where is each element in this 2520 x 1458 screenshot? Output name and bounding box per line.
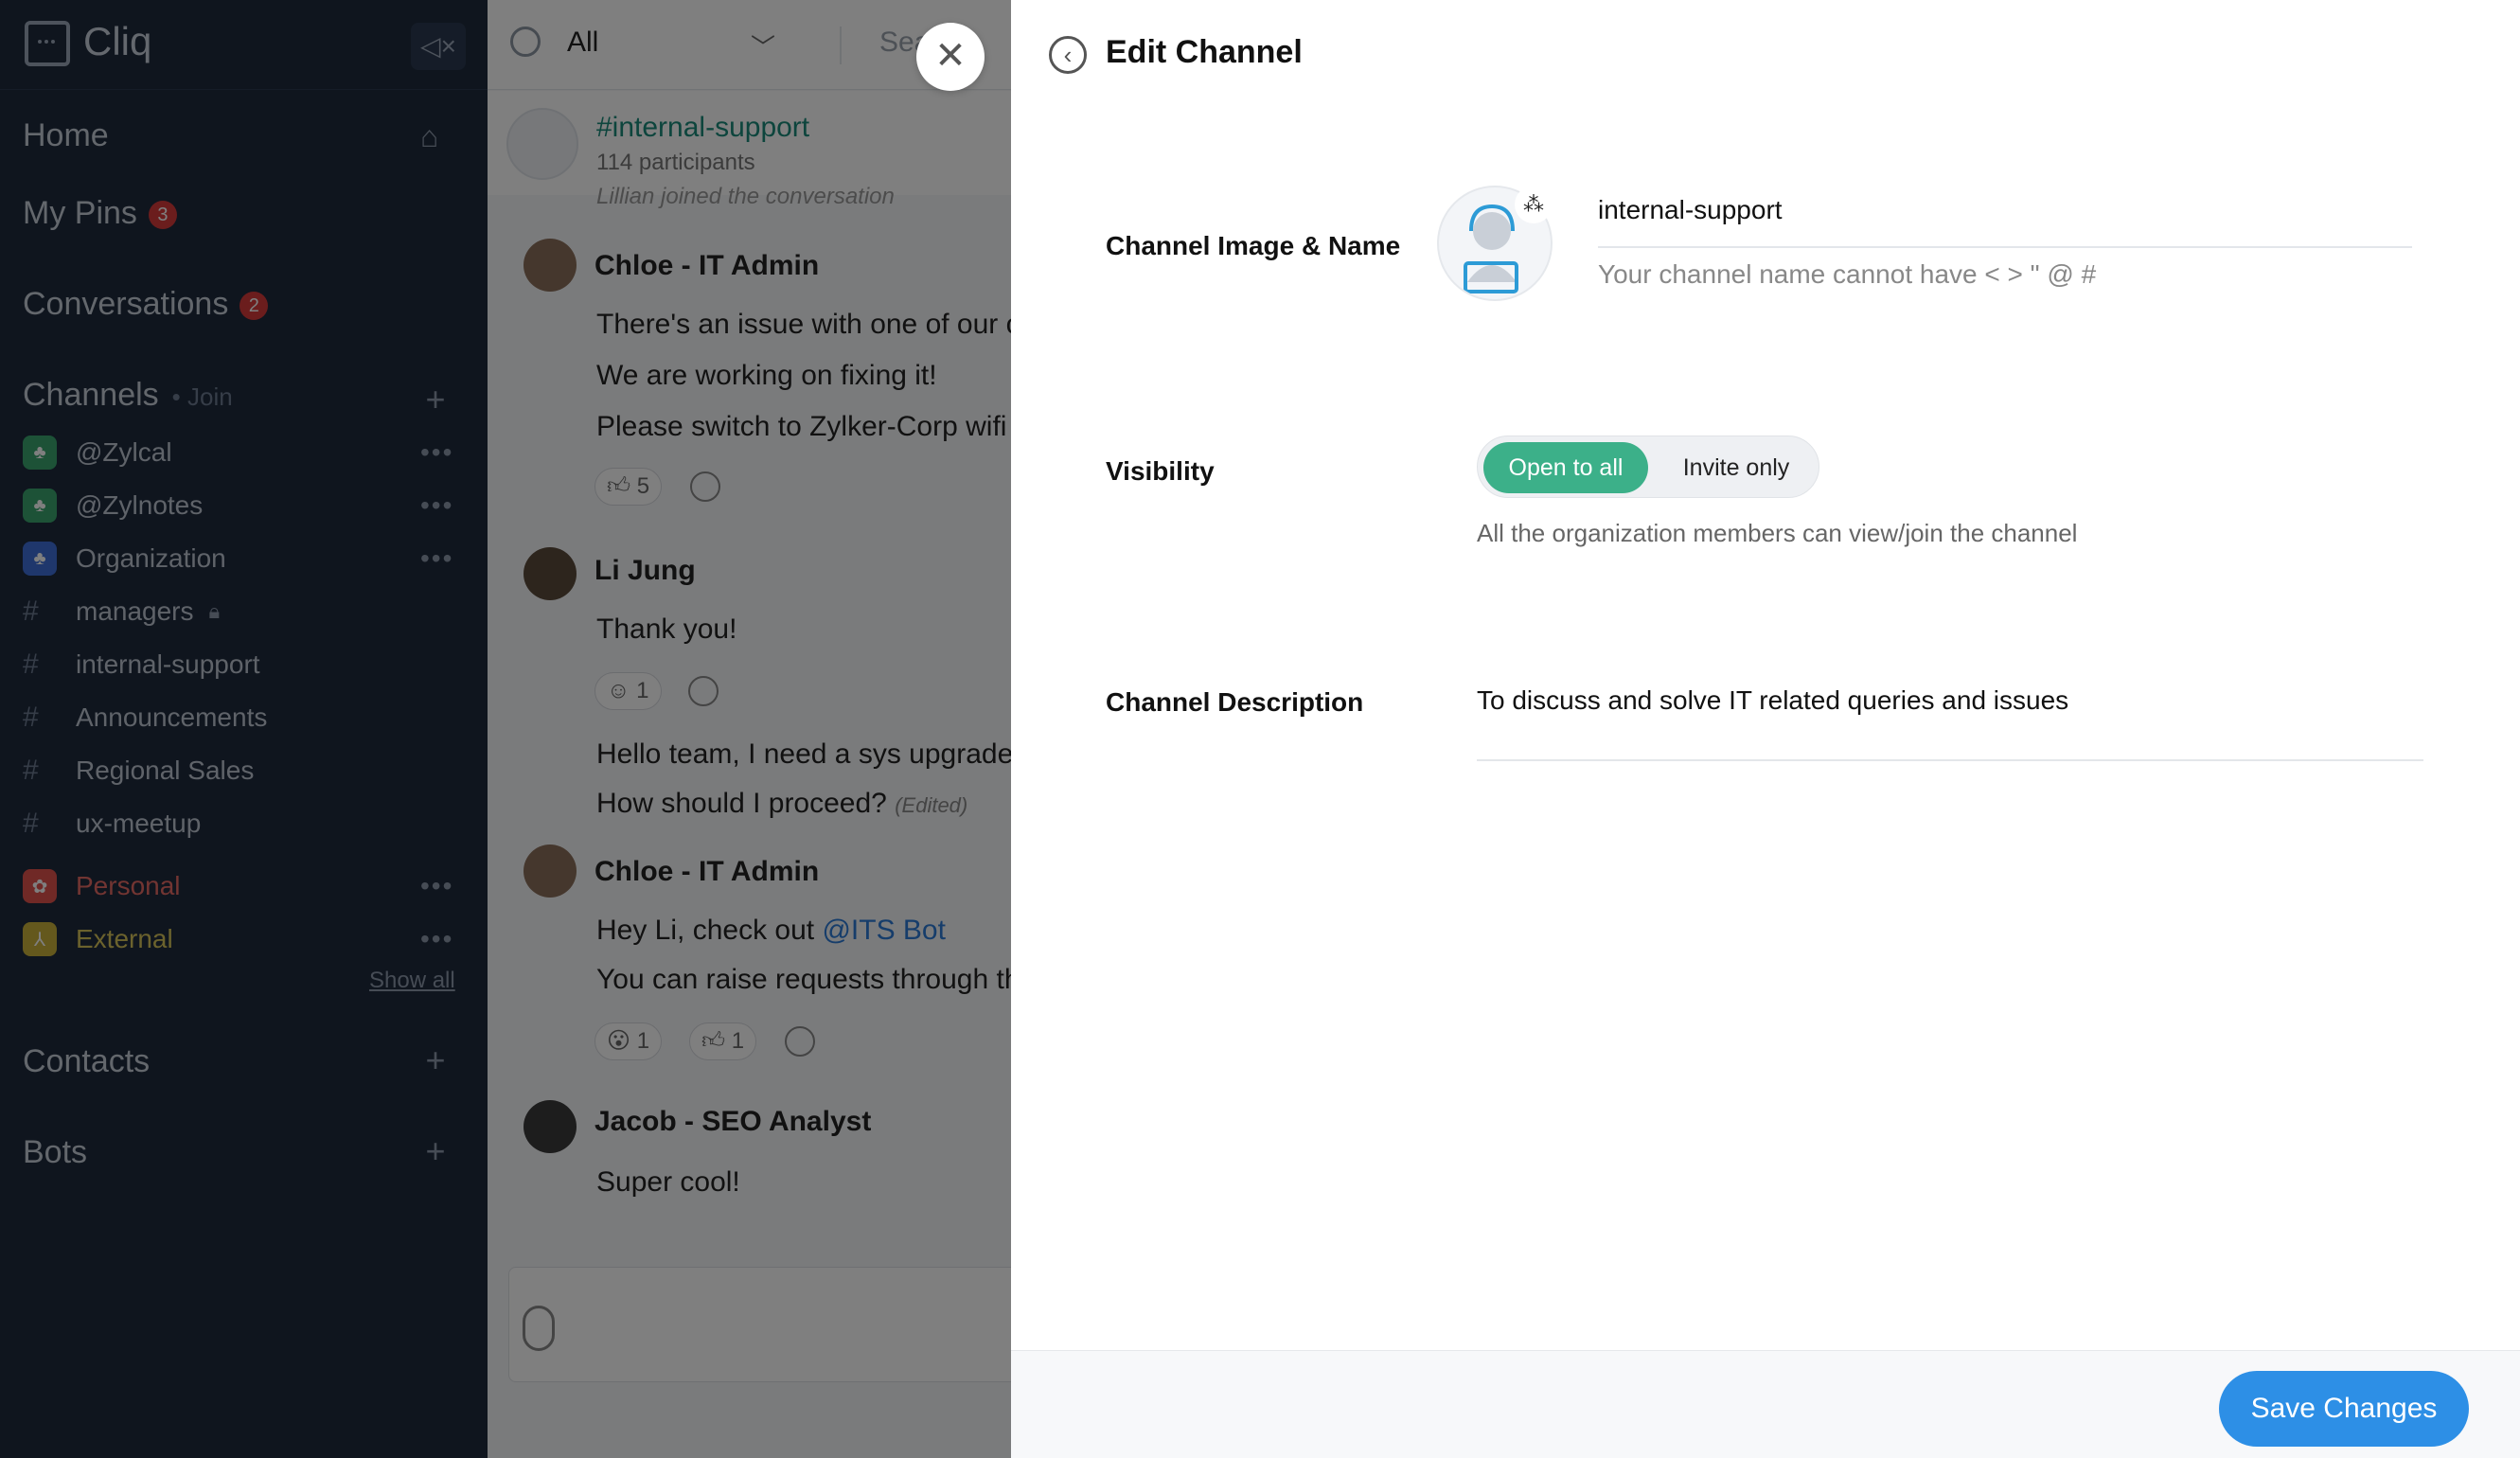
channel-name-field[interactable]: internal-support bbox=[1598, 195, 1783, 225]
modal-backdrop[interactable] bbox=[0, 0, 1011, 1458]
panel-title: Edit Channel bbox=[1106, 34, 1303, 70]
divider bbox=[1598, 246, 2412, 248]
channel-name-hint: Your channel name cannot have < > " @ # bbox=[1598, 259, 2097, 289]
channel-description-field[interactable]: To discuss and solve IT related queries … bbox=[1477, 685, 2068, 716]
visibility-invite-option[interactable]: Invite only bbox=[1658, 442, 1815, 493]
visibility-hint: All the organization members can view/jo… bbox=[1477, 519, 2078, 547]
visibility-open-option[interactable]: Open to all bbox=[1483, 442, 1648, 493]
people-icon: ⁂ bbox=[1515, 186, 1553, 223]
channel-description-label: Channel Description bbox=[1106, 687, 1364, 717]
divider bbox=[1477, 759, 2423, 761]
close-button[interactable]: ✕ bbox=[916, 23, 985, 91]
close-icon: ✕ bbox=[934, 35, 967, 77]
back-icon[interactable]: ‹ bbox=[1049, 36, 1087, 74]
edit-channel-panel: ‹ Edit Channel Channel Image & Name ⁂ in… bbox=[1011, 0, 2520, 1458]
save-changes-button[interactable]: Save Changes bbox=[2219, 1371, 2469, 1447]
channel-image-name-label: Channel Image & Name bbox=[1106, 231, 1401, 260]
visibility-toggle: Open to all Invite only bbox=[1477, 436, 1819, 498]
visibility-label: Visibility bbox=[1106, 456, 1215, 486]
